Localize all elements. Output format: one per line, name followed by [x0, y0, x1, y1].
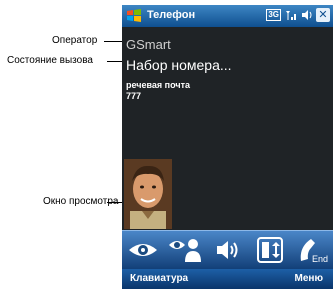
phone-screen: Телефон 3G ✕ GSmart Набор номера... рече…	[122, 5, 333, 289]
end-call-icon: End	[300, 239, 328, 264]
callout-call-state: Состояние вызова	[7, 55, 93, 66]
softkey-menu[interactable]: Меню	[295, 273, 323, 284]
softkey-keyboard[interactable]: Клавиатура	[130, 273, 188, 284]
operator-name: GSmart	[126, 37, 171, 52]
voicemail-label: речевая почта	[126, 80, 191, 90]
call-control-bar: End	[122, 230, 333, 269]
end-call-label: End	[312, 254, 328, 264]
call-state: Набор номера...	[126, 57, 232, 73]
swap-icon	[256, 237, 283, 263]
close-button[interactable]: ✕	[316, 8, 330, 22]
swap-button[interactable]	[252, 234, 288, 266]
network-3g-icon: 3G	[266, 9, 281, 21]
speaker-button[interactable]	[209, 234, 245, 266]
end-call-button[interactable]: End	[294, 234, 330, 266]
contact-view-icon	[169, 239, 202, 262]
signal-icon[interactable]	[284, 9, 298, 21]
speaker-icon	[217, 241, 238, 259]
status-icons: 3G ✕	[266, 8, 330, 22]
softkey-bar: Клавиатура Меню	[122, 269, 333, 289]
app-title: Телефон	[147, 9, 196, 21]
voicemail-number: 777	[126, 91, 142, 101]
contact-photo	[124, 159, 172, 229]
view-contact-button[interactable]	[167, 234, 203, 266]
preview-window[interactable]	[124, 159, 172, 229]
start-icon[interactable]	[126, 8, 142, 24]
volume-icon[interactable]	[301, 9, 313, 21]
hide-video-button[interactable]	[125, 234, 161, 266]
title-bar: Телефон 3G ✕	[122, 5, 333, 27]
callout-operator: Оператор	[52, 35, 98, 46]
eye-icon	[129, 244, 158, 256]
